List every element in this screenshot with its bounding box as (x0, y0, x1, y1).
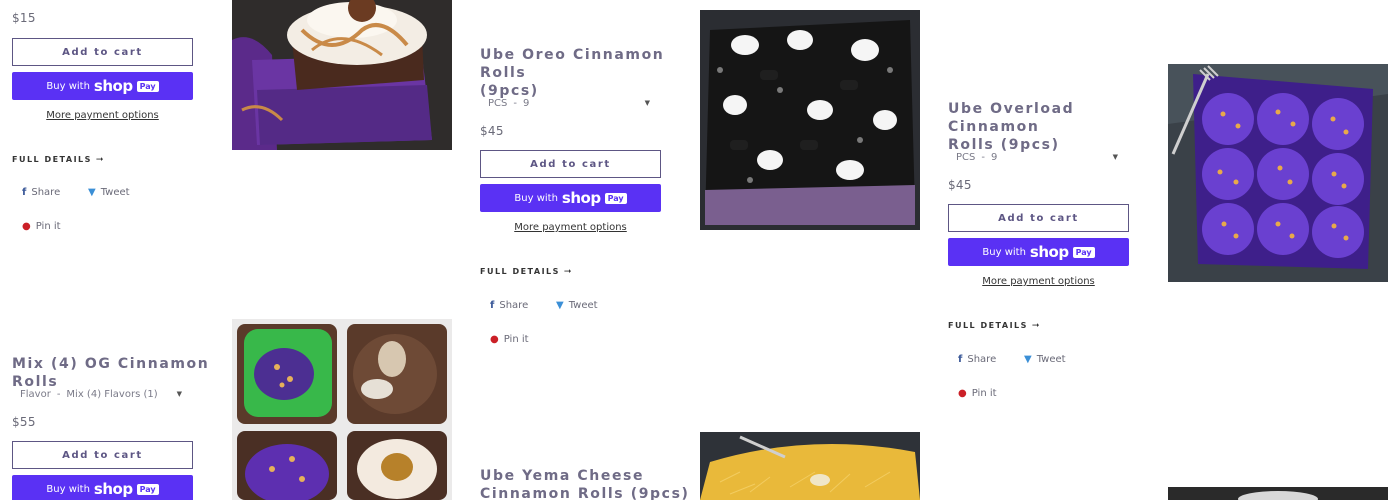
more-payment-options-link[interactable]: More payment options (12, 110, 193, 121)
tweet-label: Tweet (100, 187, 130, 198)
full-details-label: FULL DETAILS (480, 267, 560, 276)
twitter-icon: ▼ (1024, 354, 1032, 365)
shop-logo: shop (93, 480, 133, 498)
arrow-right-icon: ➞ (563, 267, 573, 277)
variant-label: PCS (956, 151, 976, 163)
facebook-icon: f (958, 354, 963, 365)
variant-select[interactable]: PCS - 9 ▼ (948, 144, 1128, 170)
tweet-button[interactable]: ▼ Tweet (1024, 354, 1066, 365)
pin-label: Pin it (503, 334, 529, 345)
full-details-link[interactable]: FULL DETAILS ➞ (12, 155, 105, 165)
variant-value: Mix (4) Flavors (1) (66, 388, 158, 400)
buy-with-shop-pay-button[interactable]: Buy with shop Pay (12, 475, 193, 500)
tweet-label: Tweet (1036, 354, 1066, 365)
pin-label: Pin it (35, 221, 61, 232)
buy-with-label: Buy with (514, 192, 558, 204)
caret-down-icon: ▼ (1112, 153, 1118, 161)
product-image-ube-yema-cheese[interactable] (700, 432, 920, 500)
shop-logo: shop (1029, 243, 1069, 261)
facebook-icon: f (22, 187, 27, 198)
buy-with-label: Buy with (982, 246, 1026, 258)
variant-label: PCS (488, 97, 508, 109)
more-payment-options-link[interactable]: More payment options (948, 276, 1129, 287)
pin-button[interactable]: ● Pin it (22, 221, 61, 232)
full-details-link[interactable]: FULL DETAILS ➞ (948, 321, 1041, 331)
arrow-right-icon: ➞ (1031, 321, 1041, 331)
pay-badge: Pay (604, 192, 627, 204)
product-title-line: Cinnamon Rolls (9pcs) (480, 486, 690, 500)
product-image-partial[interactable] (1168, 486, 1388, 500)
variant-value: 9 (522, 97, 530, 109)
full-details-label: FULL DETAILS (948, 321, 1028, 330)
share-button[interactable]: f Share (22, 187, 60, 198)
add-to-cart-button[interactable]: Add to cart (480, 150, 661, 178)
product-price: $45 (480, 124, 504, 138)
product-price: $55 (12, 415, 36, 429)
buy-with-label: Buy with (46, 483, 90, 495)
product-title-line: Ube Overload Cinnamon (948, 101, 1075, 135)
share-label: Share (967, 354, 997, 365)
variant-select[interactable]: PCS - 9 ▼ (480, 90, 660, 116)
product-image-mix-4-rolls[interactable] (232, 319, 452, 500)
tweet-label: Tweet (568, 300, 598, 311)
variant-label: Flavor (20, 388, 51, 400)
product-image-ube-oreo-rolls[interactable] (700, 10, 920, 230)
buy-with-label: Buy with (46, 80, 90, 92)
pay-badge: Pay (136, 483, 159, 495)
twitter-icon: ▼ (88, 187, 96, 198)
buy-with-shop-pay-button[interactable]: Buy with shop Pay (948, 238, 1129, 266)
share-label: Share (31, 187, 61, 198)
product-image-ube-overload-rolls[interactable] (1168, 64, 1388, 282)
buy-with-shop-pay-button[interactable]: Buy with shop Pay (12, 72, 193, 100)
product-title[interactable]: Ube Yema Cheese Cinnamon Rolls (9pcs) (480, 467, 690, 500)
pay-badge: Pay (1072, 246, 1095, 258)
pin-button[interactable]: ● Pin it (490, 334, 529, 345)
full-details-label: FULL DETAILS (12, 155, 92, 164)
product-price: $45 (948, 178, 972, 192)
pin-button[interactable]: ● Pin it (958, 388, 997, 399)
share-button[interactable]: f Share (490, 300, 528, 311)
tweet-button[interactable]: ▼ Tweet (88, 187, 130, 198)
product-title-line: Ube Oreo Cinnamon Rolls (480, 47, 665, 81)
share-label: Share (499, 300, 529, 311)
pin-label: Pin it (971, 388, 997, 399)
twitter-icon: ▼ (556, 300, 564, 311)
caret-down-icon: ▼ (644, 99, 650, 107)
tweet-button[interactable]: ▼ Tweet (556, 300, 598, 311)
share-button[interactable]: f Share (958, 354, 996, 365)
facebook-icon: f (490, 300, 495, 311)
caret-down-icon: ▼ (176, 390, 182, 398)
product-price: $15 (12, 11, 36, 25)
product-title-line: Ube Yema Cheese (480, 468, 645, 484)
add-to-cart-button[interactable]: Add to cart (12, 441, 193, 469)
pinterest-icon: ● (958, 388, 967, 399)
add-to-cart-button[interactable]: Add to cart (948, 204, 1129, 232)
pinterest-icon: ● (22, 221, 31, 232)
arrow-right-icon: ➞ (95, 155, 105, 165)
more-payment-options-link[interactable]: More payment options (480, 222, 661, 233)
shop-logo: shop (561, 189, 601, 207)
variant-select[interactable]: Flavor - Mix (4) Flavors (1) ▼ (12, 381, 192, 407)
buy-with-shop-pay-button[interactable]: Buy with shop Pay (480, 184, 661, 212)
pay-badge: Pay (136, 80, 159, 92)
shop-logo: shop (93, 77, 133, 95)
full-details-link[interactable]: FULL DETAILS ➞ (480, 267, 573, 277)
pinterest-icon: ● (490, 334, 499, 345)
add-to-cart-button[interactable]: Add to cart (12, 38, 193, 66)
variant-value: 9 (990, 151, 998, 163)
product-image-ube-dessert[interactable] (232, 0, 452, 150)
